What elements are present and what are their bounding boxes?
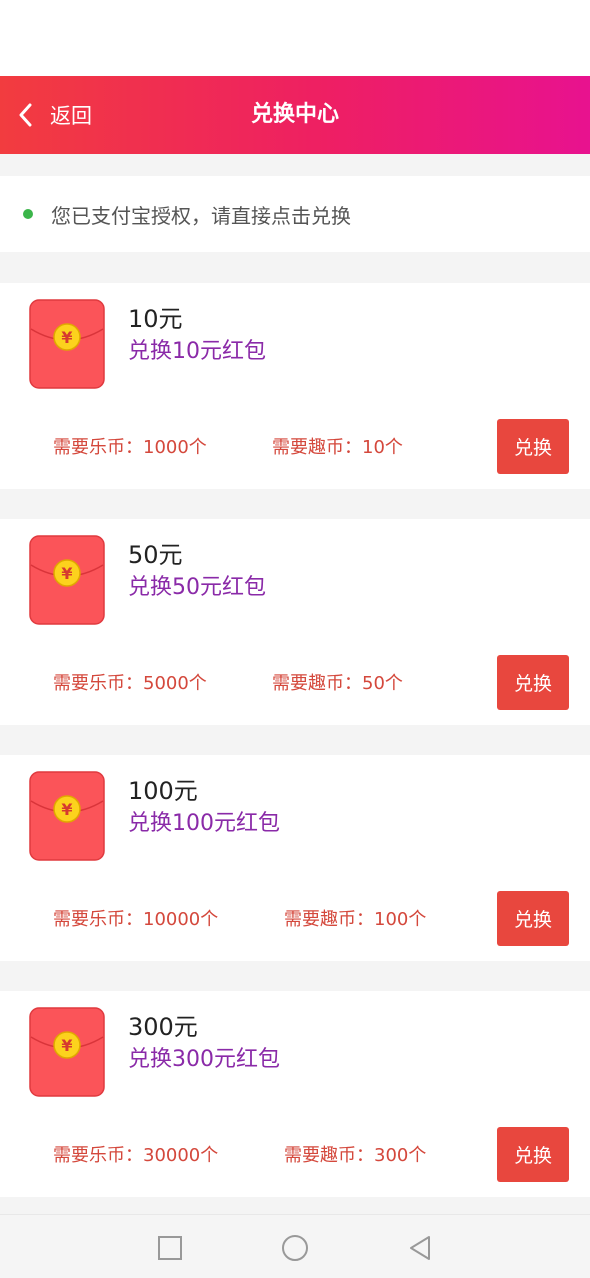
lebi-requirement: 需要乐币：1000个 bbox=[53, 437, 207, 458]
qubi-requirement: 需要趣币：300个 bbox=[284, 1145, 427, 1166]
lebi-requirement: 需要乐币：30000个 bbox=[53, 1145, 219, 1166]
svg-text:¥: ¥ bbox=[61, 1036, 72, 1055]
red-envelope-icon: ¥ bbox=[29, 299, 105, 389]
exchange-button[interactable]: 兑换 bbox=[497, 419, 569, 474]
card-subtitle: 兑换300元红包 bbox=[128, 1047, 280, 1072]
qubi-requirement: 需要趣币：10个 bbox=[272, 437, 403, 458]
exchange-button[interactable]: 兑换 bbox=[497, 891, 569, 946]
notice-text: 您已支付宝授权，请直接点击兑换 bbox=[51, 203, 351, 228]
triangle-back-icon[interactable] bbox=[405, 1233, 435, 1263]
card-subtitle: 兑换50元红包 bbox=[128, 575, 266, 600]
card-subtitle: 兑换100元红包 bbox=[128, 811, 280, 836]
lebi-requirement: 需要乐币：10000个 bbox=[53, 909, 219, 930]
exchange-button[interactable]: 兑换 bbox=[497, 655, 569, 710]
card-amount: 100元 bbox=[128, 777, 198, 805]
red-envelope-icon: ¥ bbox=[29, 1007, 105, 1097]
qubi-requirement: 需要趣币：50个 bbox=[272, 673, 403, 694]
card-amount: 10元 bbox=[128, 305, 183, 333]
circle-icon[interactable] bbox=[280, 1233, 310, 1263]
qubi-requirement: 需要趣币：100个 bbox=[284, 909, 427, 930]
svg-text:¥: ¥ bbox=[61, 564, 72, 583]
authorization-notice: 您已支付宝授权，请直接点击兑换 bbox=[0, 176, 590, 252]
redpacket-card: ¥ 100元 兑换100元红包 需要乐币：10000个 需要趣币：100个 兑换 bbox=[0, 755, 590, 961]
card-subtitle: 兑换10元红包 bbox=[128, 339, 266, 364]
redpacket-card: ¥ 300元 兑换300元红包 需要乐币：30000个 需要趣币：300个 兑换 bbox=[0, 991, 590, 1197]
status-dot-icon bbox=[23, 209, 33, 219]
svg-text:¥: ¥ bbox=[61, 800, 72, 819]
header-bar: 兑换中心 返回 bbox=[0, 76, 590, 154]
exchange-button[interactable]: 兑换 bbox=[497, 1127, 569, 1182]
chevron-left-icon bbox=[18, 100, 40, 130]
system-navigation-bar bbox=[0, 1214, 590, 1278]
redpacket-card: ¥ 10元 兑换10元红包 需要乐币：1000个 需要趣币：10个 兑换 bbox=[0, 283, 590, 489]
lebi-requirement: 需要乐币：5000个 bbox=[53, 673, 207, 694]
square-icon[interactable] bbox=[155, 1233, 185, 1263]
status-bar bbox=[0, 0, 590, 76]
svg-text:¥: ¥ bbox=[61, 328, 72, 347]
back-button[interactable]: 返回 bbox=[18, 76, 92, 154]
card-amount: 50元 bbox=[128, 541, 183, 569]
redpacket-card: ¥ 50元 兑换50元红包 需要乐币：5000个 需要趣币：50个 兑换 bbox=[0, 519, 590, 725]
card-amount: 300元 bbox=[128, 1013, 198, 1041]
red-envelope-icon: ¥ bbox=[29, 771, 105, 861]
back-label: 返回 bbox=[50, 104, 92, 128]
exchange-center-page: 兑换中心 返回 您已支付宝授权，请直接点击兑换 ¥ 10元 兑换10元红包 需要… bbox=[0, 0, 590, 1278]
red-envelope-icon: ¥ bbox=[29, 535, 105, 625]
